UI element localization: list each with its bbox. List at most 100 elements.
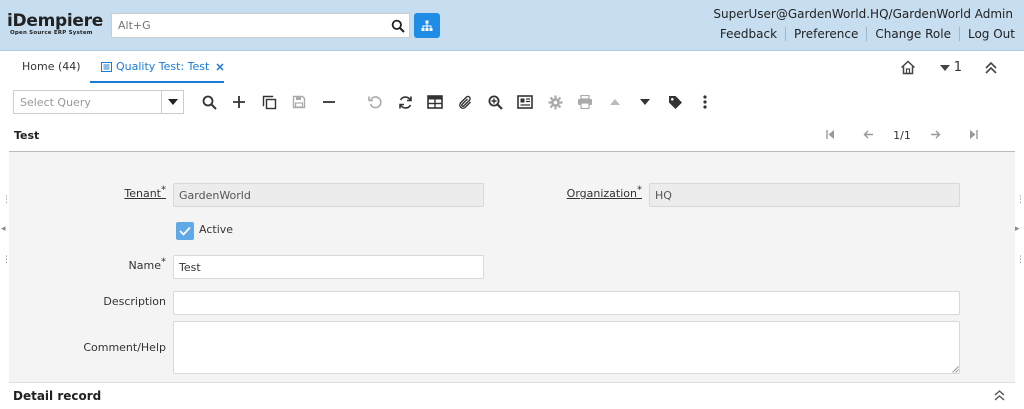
caret-down-icon	[167, 99, 178, 105]
toggle-grid-button[interactable]	[425, 92, 445, 112]
detail-record-panel: Detail record	[9, 382, 1015, 409]
user-context: SuperUser@GardenWorld.HQ/GardenWorld Adm…	[713, 7, 1013, 21]
right-collapse-arrow[interactable]: ▸	[1015, 224, 1020, 234]
user-links: Feedback Preference Change Role Log Out	[712, 27, 1015, 41]
more-options-button[interactable]	[695, 92, 715, 112]
detail-record-title: Detail record	[13, 389, 102, 403]
arrow-right-icon	[931, 130, 941, 139]
minus-icon	[323, 101, 335, 103]
logo-text: iDempiere	[7, 11, 103, 31]
gear-icon	[548, 95, 562, 109]
next-record-button[interactable]	[917, 129, 955, 142]
menu-tree-button[interactable]	[414, 13, 440, 38]
right-splitter-handle[interactable]: ⋮	[1016, 195, 1024, 205]
caret-down-icon	[640, 99, 650, 105]
description-label: Description	[103, 295, 166, 308]
query-select-placeholder: Select Query	[20, 96, 91, 109]
window-title-bar: Test 1/1	[9, 121, 1015, 152]
print-icon	[578, 95, 592, 109]
home-icon[interactable]	[900, 60, 916, 75]
active-label[interactable]: Active	[199, 223, 233, 236]
attachment-button[interactable]	[455, 92, 475, 112]
window-title: Test	[14, 129, 40, 142]
logout-link[interactable]: Log Out	[958, 27, 1015, 41]
delete-button[interactable]	[319, 92, 339, 112]
app-header: iDempiere Open Source ERP System SuperUs…	[0, 0, 1024, 51]
record-navigator: 1/1	[811, 129, 993, 142]
collapse-header-icon[interactable]	[984, 61, 998, 75]
close-icon[interactable]	[215, 62, 225, 72]
copy-record-button[interactable]	[259, 92, 279, 112]
tenant-label-text: Tenant	[124, 187, 161, 200]
window-count: 1	[953, 60, 962, 75]
name-label: Name*	[128, 256, 166, 272]
first-icon	[826, 130, 834, 139]
refresh-button[interactable]	[395, 92, 415, 112]
save-icon	[292, 95, 306, 109]
tenant-label[interactable]: Tenant*	[90, 185, 166, 200]
name-label-text: Name	[128, 259, 161, 272]
resize-grip-icon[interactable]	[952, 366, 959, 373]
previous-record-button[interactable]	[849, 129, 887, 142]
record-position: 1/1	[893, 129, 911, 142]
comment-help-field[interactable]	[173, 321, 960, 374]
tab-quality-test[interactable]: Quality Test: Test	[101, 60, 225, 73]
search-icon	[202, 95, 217, 110]
tenant-field[interactable]: GardenWorld	[173, 183, 484, 207]
process-button[interactable]	[545, 92, 565, 112]
global-search-input[interactable]	[111, 13, 387, 38]
undo-button[interactable]	[365, 92, 385, 112]
comment-help-label: Comment/Help	[83, 341, 166, 354]
sitemap-icon	[421, 20, 433, 31]
arrow-left-icon	[863, 130, 873, 139]
plus-icon	[233, 96, 245, 108]
window-toolbar: Select Query	[0, 86, 1024, 118]
active-tab-indicator	[90, 81, 224, 83]
report-button[interactable]	[515, 92, 535, 112]
idempiere-logo[interactable]: iDempiere Open Source ERP System	[7, 13, 107, 39]
report-icon	[517, 95, 533, 109]
check-icon	[179, 226, 191, 236]
query-select[interactable]: Select Query	[13, 90, 184, 114]
save-button[interactable]	[289, 92, 309, 112]
search-icon	[391, 19, 405, 33]
zoom-across-icon	[488, 95, 503, 110]
description-field[interactable]	[173, 291, 960, 315]
new-record-button[interactable]	[229, 92, 249, 112]
window-tabs: Home (44) Quality Test: Test 1	[0, 51, 1024, 84]
tag-icon	[668, 95, 682, 109]
last-record-button[interactable]	[955, 129, 993, 142]
organization-field[interactable]: HQ	[649, 183, 960, 207]
search-button[interactable]	[386, 13, 410, 38]
change-role-link[interactable]: Change Role	[866, 27, 959, 41]
name-field[interactable]: Test	[173, 255, 484, 279]
copy-icon	[262, 95, 276, 109]
organization-label[interactable]: Organization*	[540, 185, 642, 200]
lock-button[interactable]	[665, 92, 685, 112]
find-button[interactable]	[199, 92, 219, 112]
first-record-button[interactable]	[811, 129, 849, 142]
detail-record-button[interactable]	[635, 92, 655, 112]
parent-record-button[interactable]	[605, 92, 625, 112]
last-icon	[970, 130, 978, 139]
zoom-across-button[interactable]	[485, 92, 505, 112]
left-collapse-arrow[interactable]: ◂	[1, 224, 6, 234]
organization-label-text: Organization	[566, 187, 637, 200]
caret-up-icon	[610, 99, 620, 105]
tab-home[interactable]: Home (44)	[22, 60, 81, 73]
query-dropdown-button[interactable]	[161, 91, 183, 113]
preference-link[interactable]: Preference	[785, 27, 866, 41]
caret-down-icon	[939, 64, 950, 71]
right-splitter-handle-lower[interactable]: ⋮	[1016, 255, 1024, 265]
tab-quality-test-label: Quality Test: Test	[116, 60, 210, 73]
print-button[interactable]	[575, 92, 595, 112]
collapse-detail-icon[interactable]	[994, 390, 1005, 401]
window-count-dropdown[interactable]: 1	[939, 60, 962, 75]
window-icon	[101, 61, 112, 72]
more-vertical-icon	[703, 95, 707, 109]
attachment-icon	[458, 95, 471, 109]
active-checkbox[interactable]	[176, 222, 194, 240]
refresh-icon	[398, 95, 412, 109]
feedback-link[interactable]: Feedback	[712, 27, 785, 41]
logo-tagline: Open Source ERP System	[10, 30, 93, 36]
